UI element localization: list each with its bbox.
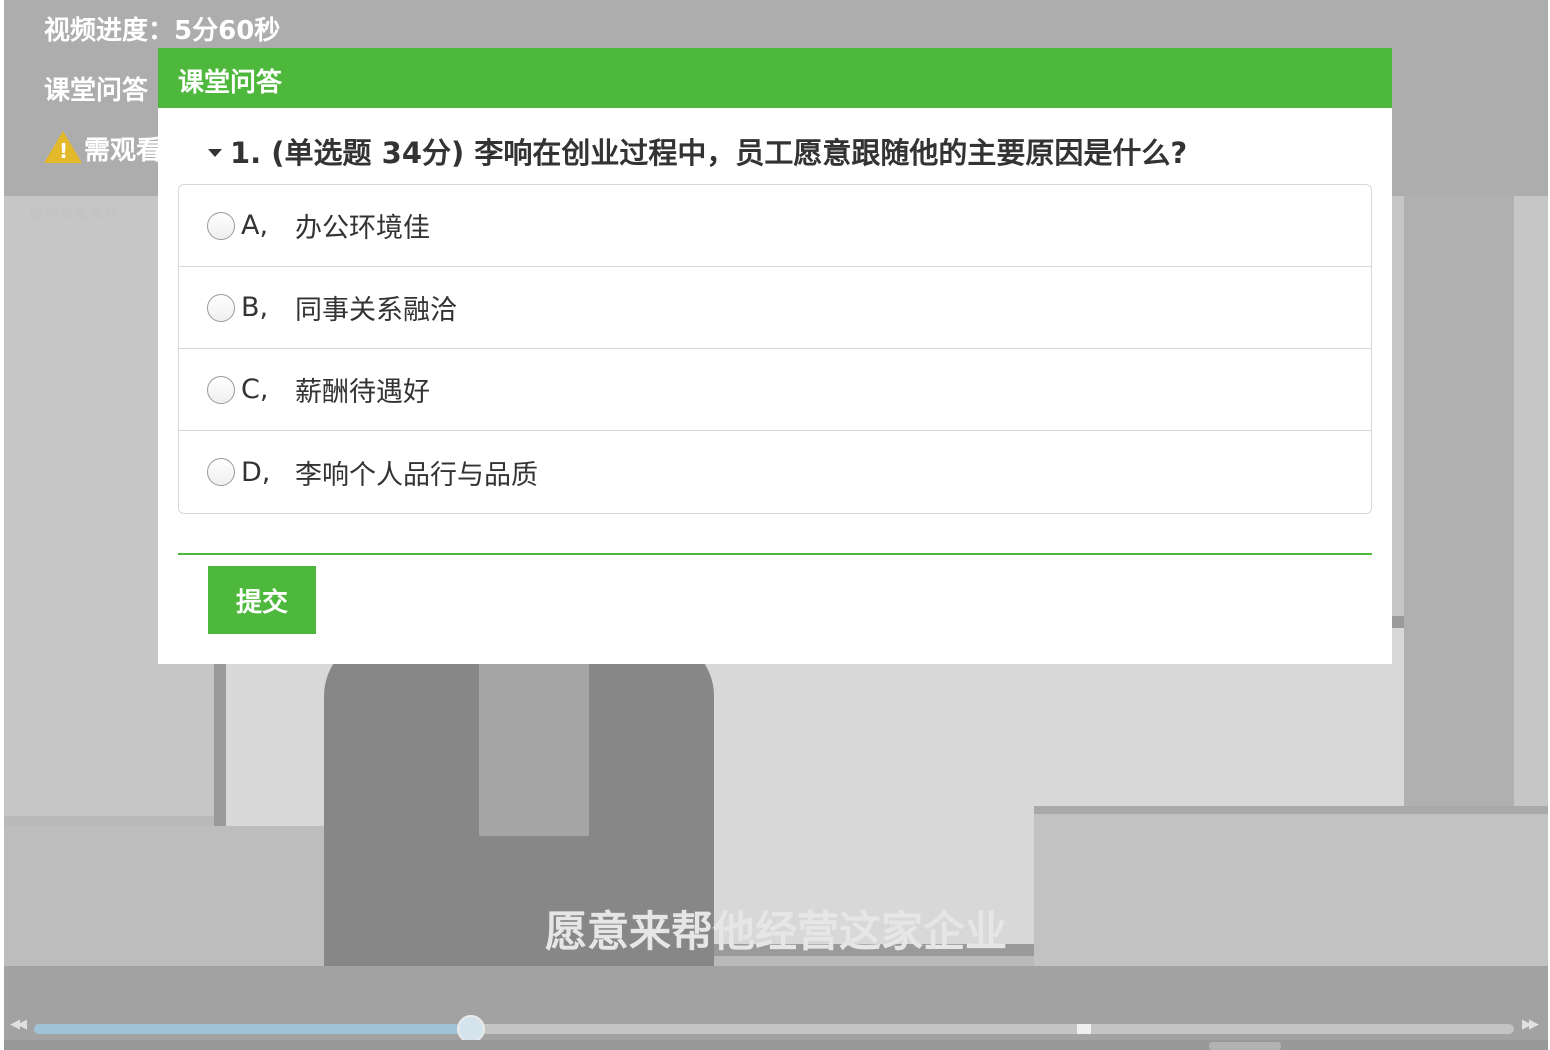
watch-warning: 需观看 xyxy=(44,130,162,167)
modal-title: 课堂问答 xyxy=(158,48,1392,108)
qa-section-label: 课堂问答 xyxy=(44,76,149,106)
fast-forward-icon[interactable]: ▶▶ xyxy=(1522,1017,1539,1032)
option-b[interactable]: B, 同事关系融洽 xyxy=(179,267,1371,349)
submit-button[interactable]: 提交 xyxy=(208,566,316,634)
option-text: 薪酬待遇好 xyxy=(295,377,430,408)
option-text: 李响个人品行与品质 xyxy=(295,459,538,491)
rewind-icon[interactable]: ◀◀ xyxy=(10,1017,27,1032)
option-a[interactable]: A, 办公环境佳 xyxy=(179,185,1371,267)
caret-down-icon[interactable] xyxy=(208,149,222,157)
option-d[interactable]: D, 李响个人品行与品质 xyxy=(179,431,1371,513)
option-letter: C, xyxy=(241,374,269,405)
options-list: A, 办公环境佳 B, 同事关系融洽 C, 薪酬待遇好 D, 李响个人品行与品质 xyxy=(178,184,1372,514)
quiz-modal: 课堂问答 1. (单选题 34分) 李响在创业过程中，员工愿意跟随他的主要原因是… xyxy=(158,48,1392,664)
progress-handle[interactable] xyxy=(456,1015,485,1043)
progress-fill xyxy=(34,1024,471,1034)
option-text: 同事关系融洽 xyxy=(295,295,457,326)
option-c[interactable]: C, 薪酬待遇好 xyxy=(179,349,1371,431)
video-frame-speaker-shirt xyxy=(479,636,589,836)
option-letter: A, xyxy=(241,210,269,241)
player-controls: ◀◀ ▶▶ xyxy=(4,966,1548,1050)
controls-bottom-bar xyxy=(4,1040,1548,1050)
warning-icon xyxy=(44,131,82,163)
option-text: 办公环境佳 xyxy=(295,213,430,244)
option-letter: D, xyxy=(241,456,271,488)
radio-button-c[interactable] xyxy=(207,375,235,404)
video-progress: 视频进度：5分60秒 xyxy=(44,10,280,47)
progress-marker xyxy=(1077,1024,1092,1034)
video-progress-value: 5分60秒 xyxy=(174,16,281,46)
radio-button-b[interactable] xyxy=(207,293,235,322)
radio-button-d[interactable] xyxy=(207,458,235,486)
progress-track[interactable] xyxy=(34,1015,1514,1043)
radio-button-a[interactable] xyxy=(207,211,235,240)
controls-bottom-pill xyxy=(1209,1042,1281,1050)
video-subtitle: 愿意来帮他经营这家企业 xyxy=(544,907,1007,956)
question-text: 1. (单选题 34分) 李响在创业过程中，员工愿意跟随他的主要原因是什么? xyxy=(208,130,1187,172)
question-label: 1. (单选题 34分) 李响在创业过程中，员工愿意跟随他的主要原因是什么? xyxy=(230,136,1188,170)
warning-text: 需观看 xyxy=(84,136,163,166)
option-letter: B, xyxy=(241,292,269,323)
video-progress-label: 视频进度： xyxy=(44,16,175,46)
modal-divider xyxy=(178,553,1372,555)
video-watermark-logo: 國際創業學院 xyxy=(30,208,121,223)
